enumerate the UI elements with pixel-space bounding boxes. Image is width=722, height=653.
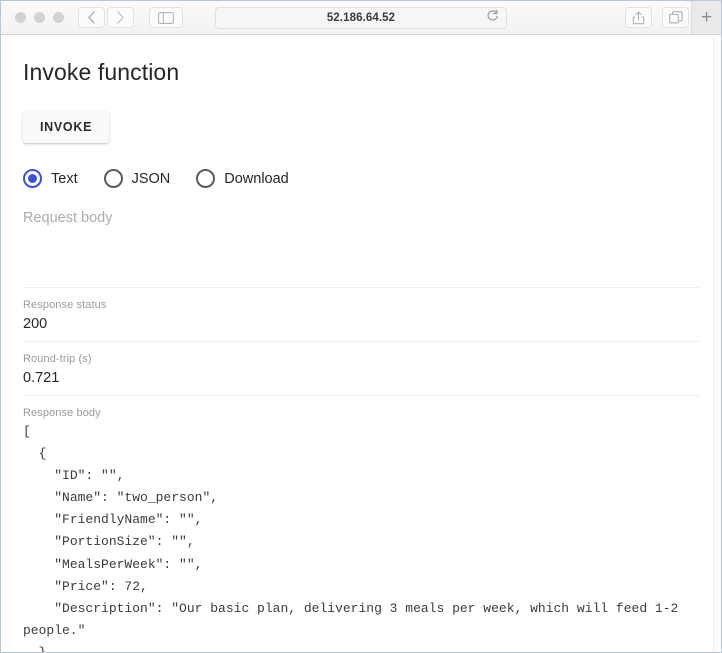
round-trip-label: Round-trip (s) [23,353,92,365]
response-mode-radio-group: Text JSON Download [23,169,699,188]
address-bar[interactable]: 52.186.64.52 [215,7,507,29]
page-title: Invoke function [23,59,180,85]
response-body-label: Response body [23,407,101,419]
response-status-label: Response status [23,299,107,311]
response-body-field[interactable]: Response body [ { "ID": "", "Name": "two… [23,396,699,652]
sidebar-toggle-icon [158,11,174,24]
round-trip-field: Round-trip (s) 0.721 [23,342,699,396]
request-body-field[interactable]: Request body [23,210,699,288]
tab-overview-button[interactable] [662,7,689,28]
radio-text-icon[interactable] [23,169,42,188]
browser-toolbar: 52.186.64.52 + [1,1,721,35]
request-body-placeholder: Request body [23,210,113,226]
address-bar-url: 52.186.64.52 [326,12,396,24]
radio-label-json: JSON [131,170,171,187]
window-controls [15,12,64,23]
radio-label-text: Text [51,170,78,187]
page-scrollbar-track[interactable] [713,35,721,652]
round-trip-value: 0.721 [23,370,60,386]
invoke-button[interactable]: INVOKE [23,111,110,143]
radio-option-json[interactable]: JSON [103,169,171,188]
maximize-window-button[interactable] [53,12,64,23]
radio-json-icon[interactable] [103,169,123,188]
forward-button[interactable] [107,7,134,28]
toolbar-right-actions [625,7,689,28]
chevron-right-icon [117,11,124,24]
reload-button[interactable] [486,9,499,27]
sidebar-toggle-button[interactable] [149,7,183,28]
page-content: Invoke function INVOKE Text JSON Downloa… [1,35,721,652]
response-status-value: 200 [23,316,48,332]
minimize-window-button[interactable] [34,12,45,23]
tab-overview-icon [668,11,683,24]
browser-window: 52.186.64.52 + Invoke function INVOKE Te… [0,0,722,653]
reload-icon [487,9,498,21]
radio-download-icon[interactable] [196,169,216,188]
radio-label-download: Download [224,170,289,187]
radio-option-download[interactable]: Download [196,169,289,188]
new-tab-button[interactable]: + [691,1,721,34]
chevron-left-icon [88,11,95,24]
share-button[interactable] [625,7,652,28]
radio-option-text[interactable]: Text [23,169,78,188]
response-body-value: [ { "ID": "", "Name": "two_person", "Fri… [23,424,679,652]
response-status-field: Response status 200 [23,288,699,342]
back-button[interactable] [78,7,105,28]
navigation-buttons [78,7,134,28]
share-icon [632,11,645,24]
close-window-button[interactable] [15,12,26,23]
